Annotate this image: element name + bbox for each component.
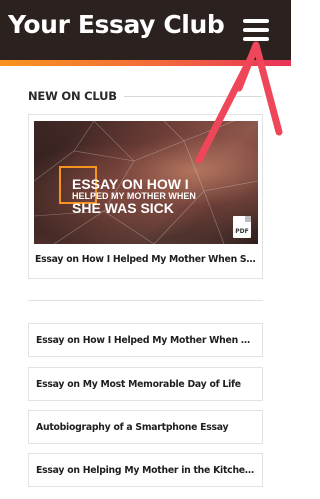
post-list-item[interactable]: Autobiography of a Smartphone Essay (28, 410, 263, 444)
post-list-item[interactable]: Essay on Helping My Mother in the Kitche… (28, 453, 263, 487)
post-title[interactable]: Autobiography of a Smartphone Essay (36, 422, 256, 433)
section-heading-text: NEW ON CLUB (28, 89, 117, 103)
hamburger-menu-icon[interactable] (243, 19, 269, 41)
menu-bar-bottom (243, 37, 269, 41)
post-title[interactable]: Essay on Helping My Mother in the Kitche… (36, 465, 256, 476)
section-heading: NEW ON CLUB (28, 89, 262, 103)
featured-post-title[interactable]: Essay on How I Helped My Mother When She… (35, 254, 257, 265)
section-heading-rule (123, 95, 262, 97)
site-header: Your Essay Club (0, 0, 291, 60)
header-accent-bar (0, 60, 291, 66)
thumbnail-caption: ESSAY ON HOW I HELPED MY MOTHER WHEN SHE… (72, 176, 196, 217)
featured-post-card[interactable]: ESSAY ON HOW I HELPED MY MOTHER WHEN SHE… (28, 114, 263, 279)
featured-post-thumbnail[interactable]: ESSAY ON HOW I HELPED MY MOTHER WHEN SHE… (34, 121, 258, 244)
post-list-item[interactable]: Essay on How I Helped My Mother When She… (28, 323, 263, 357)
post-list-item[interactable]: Essay on My Most Memorable Day of Life (28, 367, 263, 401)
site-title[interactable]: Your Essay Club (8, 10, 225, 39)
menu-bar-top (243, 19, 269, 23)
menu-bar-middle (243, 28, 269, 32)
pdf-icon: PDF (233, 216, 251, 238)
section-divider (28, 300, 263, 301)
post-title[interactable]: Essay on How I Helped My Mother When She… (36, 335, 256, 346)
post-title[interactable]: Essay on My Most Memorable Day of Life (36, 379, 256, 390)
